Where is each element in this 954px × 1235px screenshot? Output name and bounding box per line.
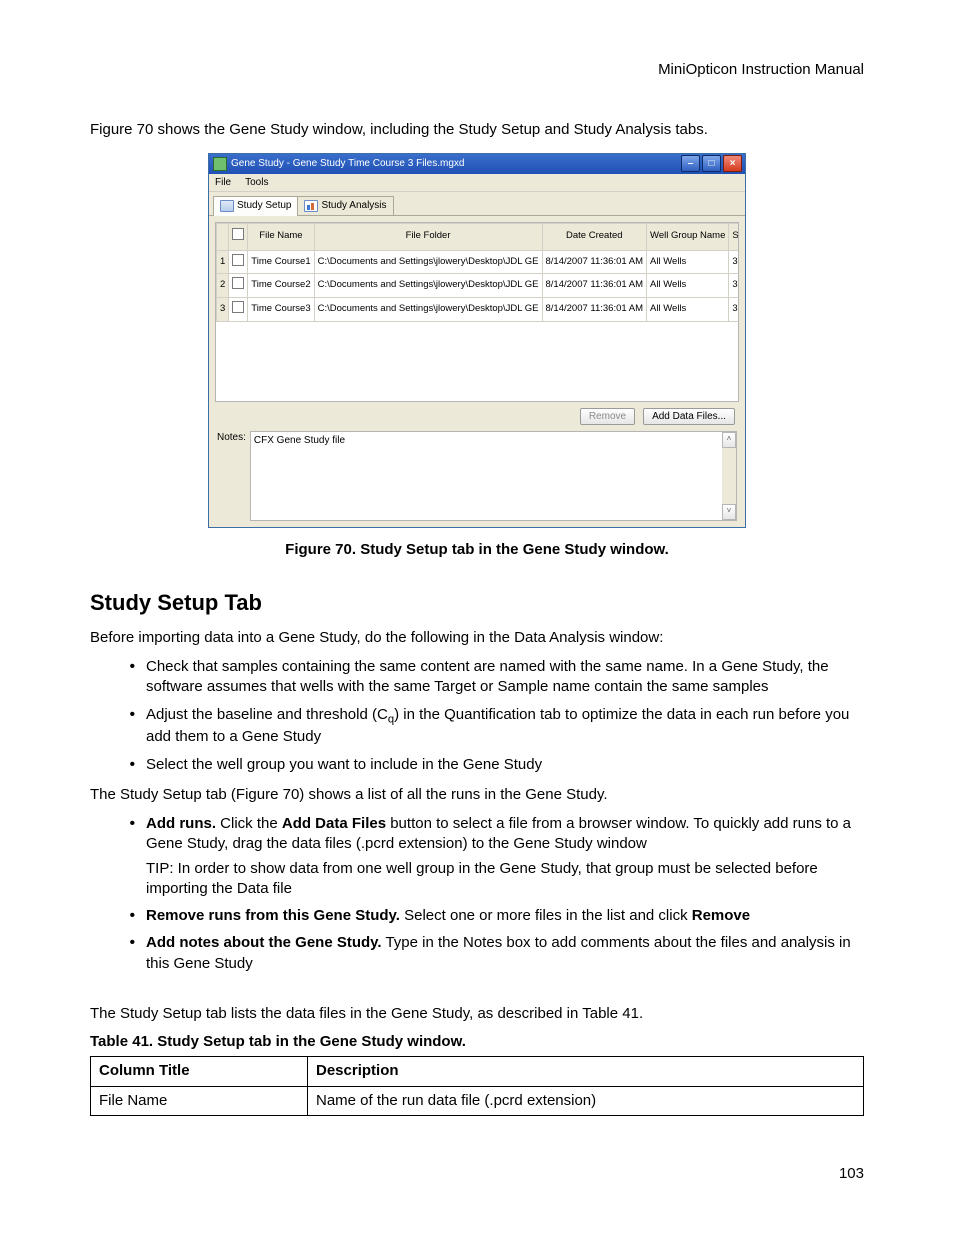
row-number: 2 [217, 274, 229, 298]
row-checkbox[interactable] [229, 250, 248, 274]
cell-folder: C:\Documents and Settings\jlowery\Deskto… [314, 274, 542, 298]
body-text: The Study Setup tab (Figure 70) shows a … [90, 785, 864, 805]
section-heading: Study Setup Tab [90, 588, 864, 618]
tab-study-analysis-label: Study Analysis [321, 199, 386, 213]
table-header: Column Title [91, 1057, 308, 1086]
row-number: 1 [217, 250, 229, 274]
grid-icon [220, 200, 234, 212]
cell-filename: Time Course2 [248, 274, 314, 298]
cell-filename: Time Course1 [248, 250, 314, 274]
list-item: Check that samples containing the same c… [144, 656, 864, 698]
cell-folder: C:\Documents and Settings\jlowery\Deskto… [314, 250, 542, 274]
row-number: 3 [217, 298, 229, 322]
cell-date: 8/14/2007 11:36:01 AM [542, 274, 647, 298]
bullet-list-1: Check that samples containing the same c… [90, 656, 864, 775]
table-caption: Table 41. Study Setup tab in the Gene St… [90, 1032, 864, 1052]
cell-date: 8/14/2007 11:36:01 AM [542, 250, 647, 274]
table-cell: File Name [91, 1086, 308, 1115]
notes-label: Notes: [217, 431, 246, 445]
table-row[interactable]: 1 Time Course1 C:\Documents and Settings… [217, 250, 740, 274]
tab-study-setup[interactable]: Study Setup [213, 196, 298, 216]
window-title: Gene Study - Gene Study Time Course 3 Fi… [231, 157, 464, 171]
close-icon[interactable]: × [723, 155, 742, 172]
col-wellgroup: Well Group Name [647, 223, 729, 250]
menu-bar: File Tools [209, 174, 745, 193]
scroll-up-icon[interactable]: ˄ [722, 432, 736, 448]
window-titlebar: Gene Study - Gene Study Time Course 3 Fi… [209, 154, 745, 174]
bar-chart-icon [304, 200, 318, 212]
bullet-list-2: Add runs. Click the Add Data Files butto… [90, 813, 864, 974]
cell-step: 3 [729, 298, 739, 322]
table-header: Description [308, 1057, 864, 1086]
cell-wellgroup: All Wells [647, 274, 729, 298]
body-text: Before importing data into a Gene Study,… [90, 628, 864, 648]
table-cell: Name of the run data file (.pcrd extensi… [308, 1086, 864, 1115]
list-item: Add notes about the Gene Study. Type in … [144, 932, 864, 974]
tip-text: TIP: In order to show data from one well… [146, 859, 864, 900]
notes-text: CFX Gene Study file [254, 435, 345, 446]
cell-filename: Time Course3 [248, 298, 314, 322]
notes-input[interactable]: CFX Gene Study file ˄ ˅ [250, 431, 737, 521]
cell-step: 3 [729, 274, 739, 298]
tab-study-analysis[interactable]: Study Analysis [297, 196, 393, 215]
col-checkbox[interactable] [229, 223, 248, 250]
row-checkbox[interactable] [229, 298, 248, 322]
figure-70-screenshot: Gene Study - Gene Study Time Course 3 Fi… [90, 153, 864, 529]
maximize-icon[interactable]: □ [702, 155, 721, 172]
add-data-files-button[interactable]: Add Data Files... [643, 408, 735, 426]
cell-wellgroup: All Wells [647, 250, 729, 274]
col-folder: File Folder [314, 223, 542, 250]
col-step: Step [729, 223, 739, 250]
col-blank [217, 223, 229, 250]
list-item: Add runs. Click the Add Data Files butto… [144, 813, 864, 899]
running-header: MiniOpticon Instruction Manual [90, 60, 864, 80]
scrollbar[interactable]: ˄ ˅ [722, 432, 736, 520]
data-files-table: File Name File Folder Date Created Well … [216, 223, 739, 322]
table-row[interactable]: 3 Time Course3 C:\Documents and Settings… [217, 298, 740, 322]
table-row[interactable]: 2 Time Course2 C:\Documents and Settings… [217, 274, 740, 298]
body-text: The Study Setup tab lists the data files… [90, 1004, 864, 1024]
cell-date: 8/14/2007 11:36:01 AM [542, 298, 647, 322]
intro-paragraph: Figure 70 shows the Gene Study window, i… [90, 120, 864, 140]
cell-step: 3 [729, 250, 739, 274]
list-item: Select the well group you want to includ… [144, 754, 864, 775]
list-item: Adjust the baseline and threshold (Cq) i… [144, 704, 864, 748]
col-date: Date Created [542, 223, 647, 250]
scroll-down-icon[interactable]: ˅ [722, 504, 736, 520]
row-checkbox[interactable] [229, 274, 248, 298]
app-icon [213, 157, 227, 171]
cell-folder: C:\Documents and Settings\jlowery\Deskto… [314, 298, 542, 322]
figure-caption: Figure 70. Study Setup tab in the Gene S… [90, 540, 864, 560]
menu-file[interactable]: File [215, 176, 231, 190]
tab-study-setup-label: Study Setup [237, 199, 291, 213]
list-item: Remove runs from this Gene Study. Select… [144, 905, 864, 926]
cell-wellgroup: All Wells [647, 298, 729, 322]
page-number: 103 [90, 1164, 864, 1184]
remove-button[interactable]: Remove [580, 408, 635, 426]
menu-tools[interactable]: Tools [245, 176, 268, 190]
col-filename: File Name [248, 223, 314, 250]
table-41: Column Title Description File Name Name … [90, 1056, 864, 1116]
minimize-icon[interactable]: – [681, 155, 700, 172]
